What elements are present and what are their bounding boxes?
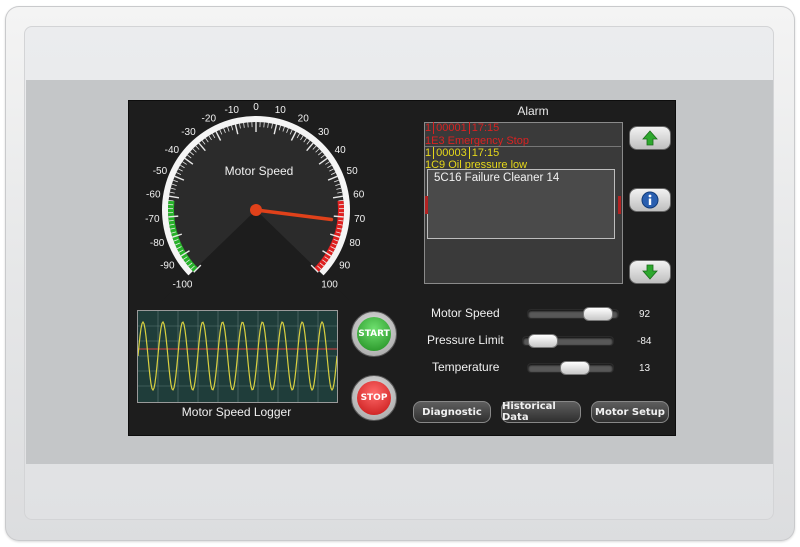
gauge-tick-label: -90 <box>160 260 175 271</box>
alarm-time: 17:15 <box>471 147 500 159</box>
gauge-tick-label: -60 <box>146 190 161 201</box>
alarm-entry-1-header[interactable]: 1 00001 17:15 <box>425 122 499 135</box>
motor-speed-gauge: Motor Speed -100-90-80-70-60-50-40-30-20… <box>145 102 366 301</box>
arrow-down-icon <box>642 264 658 280</box>
gauge-tick-label: 50 <box>347 166 359 177</box>
gauge-tick-label: -40 <box>165 145 180 156</box>
temperature-label: Temperature <box>432 360 500 374</box>
pressure-limit-slider[interactable] <box>522 334 614 348</box>
gauge-tick-label: 100 <box>321 280 338 291</box>
gauge-tick-label: -80 <box>150 238 165 249</box>
gauge-tick <box>333 215 344 218</box>
gauge-tick-label: -50 <box>153 166 168 177</box>
motor-speed-slider-thumb[interactable] <box>582 307 613 321</box>
motor-speed-label: Motor Speed <box>431 306 500 320</box>
logger-trend-chart <box>137 311 338 402</box>
stop-button[interactable]: STOP <box>351 375 397 421</box>
alarm-id: 00003 <box>436 147 467 159</box>
hmi-screen: Motor Speed -100 -90 -80 -70 -60 -50 -40 -30 -20… <box>128 100 676 436</box>
gauge-hub <box>250 204 262 216</box>
historical-data-button[interactable]: Historical Data <box>501 401 581 423</box>
alarm-marker-left <box>425 196 428 214</box>
gauge-tick-label: 70 <box>354 214 366 225</box>
motor-speed-slider[interactable] <box>527 307 619 321</box>
gauge-tick-label: 30 <box>318 127 330 138</box>
gauge-tick-label: 60 <box>353 190 365 201</box>
motor-speed-value: 92 <box>639 309 651 320</box>
alarm-popup[interactable]: 5C16 Failure Cleaner 14 <box>427 169 615 239</box>
temperature-slider-thumb[interactable] <box>559 361 590 375</box>
alarm-time: 17:15 <box>471 122 500 134</box>
gauge-tick-label: -20 <box>202 113 217 124</box>
start-button[interactable]: START <box>351 311 397 357</box>
gauge-tick <box>338 199 344 202</box>
alarm-popup-text: 5C16 Failure Cleaner 14 <box>434 172 560 184</box>
gauge-tick-label: 40 <box>335 145 347 156</box>
gauge-tick <box>168 215 179 218</box>
gauge-tick-label: 90 <box>339 260 351 271</box>
alarm-count: 1 <box>425 122 432 134</box>
alarm-title: Alarm <box>517 104 549 118</box>
diagnostic-button[interactable]: Diagnostic <box>413 401 491 423</box>
stop-button-label: STOP <box>357 381 391 415</box>
info-button[interactable] <box>629 188 671 212</box>
temperature-slider[interactable] <box>527 361 614 375</box>
gauge-tick-label: 0 <box>253 102 259 113</box>
info-icon <box>641 191 659 209</box>
motor-speed-logger <box>137 310 338 403</box>
gauge-tick-label: 20 <box>298 113 310 124</box>
pressure-limit-slider-thumb[interactable] <box>527 334 558 348</box>
gauge-tick-label: -100 <box>172 280 192 291</box>
logger-label: Motor Speed Logger <box>181 405 292 419</box>
gauge-tick-label: 10 <box>275 105 287 116</box>
start-button-label: START <box>357 317 391 351</box>
gauge-tick-label: -10 <box>224 105 239 116</box>
motor-setup-button[interactable]: Motor Setup <box>591 401 669 423</box>
pressure-limit-value: -84 <box>637 336 652 347</box>
pressure-limit-label: Pressure Limit <box>427 333 504 347</box>
scroll-down-button[interactable] <box>629 260 671 284</box>
arrow-up-icon <box>642 130 658 146</box>
alarm-marker-right <box>618 196 621 214</box>
alarm-count: 1 <box>425 147 432 159</box>
scroll-up-button[interactable] <box>629 126 671 150</box>
alarm-id: 00001 <box>436 122 467 134</box>
logger-trace <box>137 320 338 392</box>
temperature-value: 13 <box>639 363 651 374</box>
gauge-tick-label: -30 <box>181 127 196 138</box>
gauge-tick-label: 80 <box>349 238 361 249</box>
gauge-tick <box>168 199 174 202</box>
gauge-tick-label: -70 <box>145 214 160 225</box>
gauge-title: Motor Speed <box>225 164 294 178</box>
